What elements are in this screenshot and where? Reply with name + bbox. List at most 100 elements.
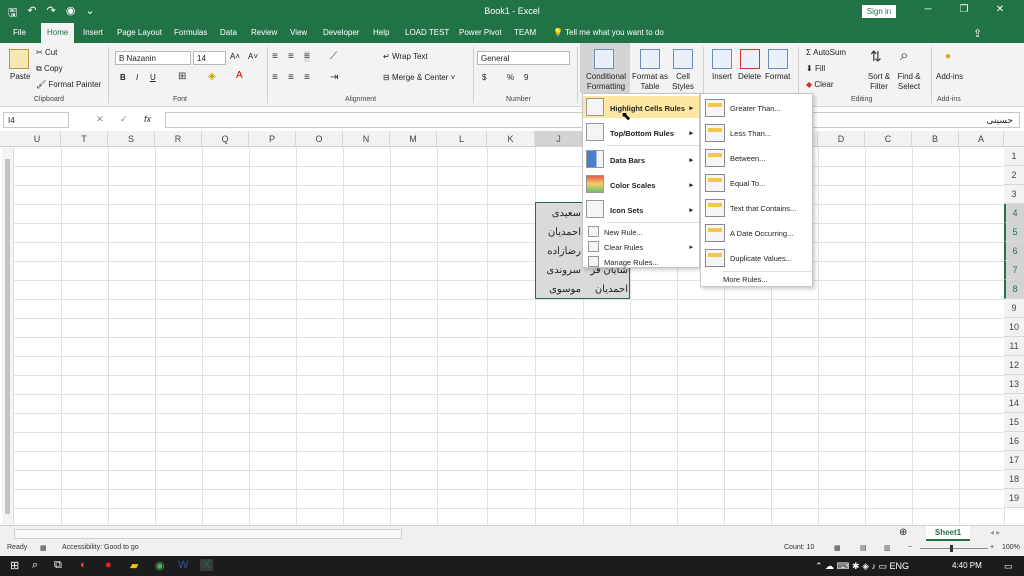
tab-developer[interactable]: Developer: [323, 28, 359, 37]
row-header[interactable]: 15: [1004, 413, 1024, 432]
tab-formulas[interactable]: Formulas: [174, 28, 207, 37]
row-header[interactable]: 1: [1004, 147, 1024, 166]
scroll-tabs-icon[interactable]: ◂ ▸: [990, 528, 1000, 537]
wrap-text-button[interactable]: ↵ Wrap Text: [383, 52, 428, 61]
tab-insert[interactable]: Insert: [83, 28, 103, 37]
record-app-icon[interactable]: ●: [105, 559, 112, 571]
column-header[interactable]: O: [296, 131, 343, 147]
menu-clear-rules[interactable]: Clear Rules ▸: [583, 240, 699, 254]
column-header[interactable]: K: [487, 131, 535, 147]
bold-button[interactable]: B: [120, 73, 126, 82]
cell-j7[interactable]: سروندی: [537, 261, 581, 280]
decrease-font-icon[interactable]: A˅: [248, 52, 258, 61]
row-header[interactable]: 10: [1004, 318, 1024, 337]
tab-view[interactable]: View: [290, 28, 307, 37]
tab-review[interactable]: Review: [251, 28, 277, 37]
submenu-greater-than[interactable]: Greater Than...: [701, 97, 812, 119]
tab-page-layout[interactable]: Page Layout: [117, 28, 162, 37]
tell-me-search[interactable]: 💡 Tell me what you want to do: [553, 28, 664, 37]
row-header[interactable]: 8: [1004, 280, 1024, 299]
notifications-icon[interactable]: ▭: [1004, 561, 1013, 572]
align-top-icon[interactable]: ≡: [272, 51, 278, 62]
cut-button[interactable]: ✂ Cut: [36, 48, 57, 57]
cell-j5[interactable]: احمدیان: [537, 223, 581, 242]
delete-cells-button[interactable]: Delete: [738, 72, 761, 81]
row-header[interactable]: 19: [1004, 489, 1024, 508]
column-header[interactable]: D: [818, 131, 865, 147]
autosum-button[interactable]: Σ AutoSum: [806, 48, 846, 57]
submenu-more-rules[interactable]: More Rules...: [701, 274, 812, 286]
tab-help[interactable]: Help: [373, 28, 389, 37]
page-layout-view-icon[interactable]: ▤: [860, 544, 867, 552]
column-header[interactable]: T: [61, 131, 108, 147]
restore-button[interactable]: ❐: [946, 4, 982, 15]
name-box[interactable]: I4: [3, 112, 69, 128]
column-header[interactable]: R: [155, 131, 202, 147]
zoom-level[interactable]: 100%: [1002, 544, 1020, 551]
zoom-slider[interactable]: [920, 548, 988, 549]
column-header[interactable]: U: [14, 131, 61, 147]
column-header[interactable]: J: [535, 131, 583, 147]
column-header[interactable]: N: [343, 131, 390, 147]
tab-file[interactable]: File: [13, 28, 26, 37]
cell-styles-button[interactable]: Cell Styles: [667, 72, 699, 92]
chrome-icon[interactable]: ◉: [155, 559, 165, 572]
submenu-date-occurring[interactable]: A Date Occurring...: [701, 222, 812, 244]
ribbon-options-icon[interactable]: ▭: [874, 4, 910, 15]
align-center-icon[interactable]: ≡: [288, 72, 294, 83]
cell-j8[interactable]: موسوی: [537, 280, 581, 299]
menu-icon-sets[interactable]: Icon Sets ▸: [583, 198, 699, 220]
comma-style-button[interactable]: 9: [524, 73, 528, 82]
task-view-icon[interactable]: ⧉: [54, 559, 62, 572]
row-header[interactable]: 16: [1004, 432, 1024, 451]
vertical-scrollbar[interactable]: [2, 147, 14, 525]
conditional-formatting-icon[interactable]: [594, 49, 614, 69]
row-header[interactable]: 2: [1004, 166, 1024, 185]
format-cells-button[interactable]: Format: [765, 72, 790, 81]
font-color-icon[interactable]: A: [236, 70, 243, 81]
zoom-in-icon[interactable]: +: [990, 544, 994, 551]
macro-record-icon[interactable]: ▦: [40, 544, 47, 552]
page-break-view-icon[interactable]: ▥: [884, 544, 891, 552]
row-header[interactable]: 3: [1004, 185, 1024, 204]
addins-icon[interactable]: ●: [945, 51, 951, 62]
font-name-combo[interactable]: B Nazanin: [115, 51, 191, 65]
increase-font-icon[interactable]: A˄: [230, 52, 240, 61]
accessibility-status[interactable]: Accessibility: Good to go: [62, 544, 139, 551]
row-header[interactable]: 9: [1004, 299, 1024, 318]
menu-highlight-cells-rules[interactable]: Highlight Cells Rules ▸: [583, 96, 699, 118]
cell-styles-icon[interactable]: [673, 49, 693, 69]
clock[interactable]: 4:40 PM: [952, 561, 982, 570]
underline-button[interactable]: U: [150, 73, 156, 82]
zoom-thumb[interactable]: [950, 545, 953, 552]
column-header[interactable]: A: [959, 131, 1004, 147]
add-sheet-icon[interactable]: ⊕: [899, 527, 907, 538]
find-icon[interactable]: ⌕: [900, 47, 908, 64]
row-header[interactable]: 6: [1004, 242, 1024, 261]
sort-filter-icon[interactable]: ⇅: [870, 48, 882, 65]
format-as-table-icon[interactable]: [640, 49, 660, 69]
percent-button[interactable]: %: [507, 73, 514, 82]
align-right-icon[interactable]: ≡: [304, 72, 310, 83]
minimize-button[interactable]: ─: [910, 4, 946, 15]
row-header[interactable]: 7: [1004, 261, 1024, 280]
windows-start-icon[interactable]: ⊞: [10, 559, 19, 572]
row-header[interactable]: 4: [1004, 204, 1024, 223]
row-header[interactable]: 13: [1004, 375, 1024, 394]
submenu-text-contains[interactable]: Text that Contains...: [701, 197, 812, 219]
italic-button[interactable]: I: [136, 73, 138, 82]
fill-color-icon[interactable]: ◈: [208, 71, 216, 82]
addins-button[interactable]: Add-ins: [936, 72, 963, 81]
scroll-thumb[interactable]: [5, 159, 10, 514]
format-cells-icon[interactable]: [768, 49, 788, 69]
menu-data-bars[interactable]: Data Bars ▸: [583, 148, 699, 170]
row-header[interactable]: 11: [1004, 337, 1024, 356]
worksheet-grid[interactable]: U T S R Q P O N M L K J I H G F E D C B …: [0, 131, 1024, 525]
insert-cells-icon[interactable]: [712, 49, 732, 69]
menu-manage-rules[interactable]: Manage Rules...: [583, 255, 699, 269]
normal-view-icon[interactable]: ▦: [834, 544, 841, 552]
clear-button[interactable]: ◆ Clear: [806, 80, 834, 89]
orientation-icon[interactable]: ⟋: [330, 51, 337, 62]
column-header[interactable]: Q: [202, 131, 249, 147]
align-left-icon[interactable]: ≡: [272, 72, 278, 83]
